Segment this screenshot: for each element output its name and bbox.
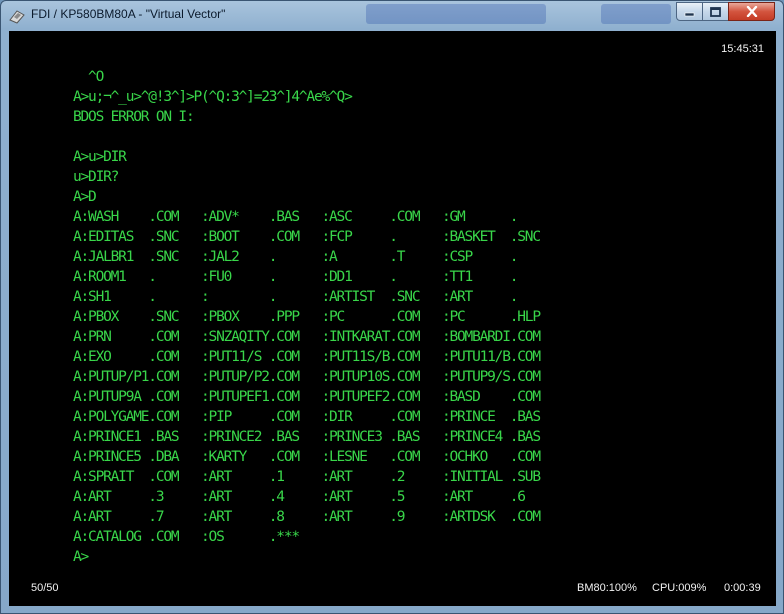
terminal-output: ^O A>u;¬^_u>^@!3^]>P(^Q:3^]=23^]4^Ae%^Q> B… [73, 67, 541, 567]
terminal-line: A:ART .7 :ART .8 :ART .9 :ARTDSK .COM [73, 509, 541, 525]
terminal-line: A:SPRAIT .COM :ART .1 :ART .2 :INITIAL .… [73, 469, 541, 485]
emulator-screen[interactable]: 15:45:31 ^O A>u;¬^_u>^@!3^]>P(^Q:3^]=23^]… [9, 31, 776, 606]
terminal-line: A:EDITAS .SNC :BOOT .COM :FCP . :BASKET … [73, 229, 541, 245]
terminal-line: ^O [73, 69, 104, 85]
terminal-line: A:ROOM1 . :FU0 . :DD1 . :TT1 . [73, 269, 518, 285]
cpu-indicator: CPU:009% [652, 582, 707, 594]
title-bar[interactable]: FDI / KP580BM80A - "Virtual Vector" [1, 1, 783, 31]
terminal-line: A:PRN .COM :SNZAQITY.COM :INTKARAT.COM :… [73, 329, 541, 345]
app-window: FDI / KP580BM80A - "Virtual Vector" 15:4… [0, 0, 784, 614]
terminal-line: A:JALBR1 .SNC :JAL2 . :A .T :CSP . [73, 249, 518, 265]
minimize-button[interactable] [676, 2, 703, 21]
clock-readout: 15:45:31 [721, 43, 764, 55]
terminal-line: A:PBOX .SNC :PBOX .PPP :PC .COM :PC .HLP [73, 309, 541, 325]
close-icon [746, 2, 758, 21]
terminal-line: A> [73, 549, 89, 565]
elapsed-time: 0:00:39 [724, 582, 761, 594]
window-title: FDI / KP580BM80A - "Virtual Vector" [31, 7, 226, 21]
terminal-line: u>DIR? [73, 169, 119, 185]
terminal-line: A:WASH .COM :ADV* .BAS :ASC .COM :GM . [73, 209, 518, 225]
terminal-line: A:POLYGAME.COM :PIP .COM :DIR .COM :PRIN… [73, 409, 541, 425]
maximize-button[interactable] [702, 2, 729, 21]
terminal-line: A>D [73, 189, 97, 205]
close-button[interactable] [728, 2, 775, 21]
terminal-line: BDOS ERROR ON I: [73, 109, 195, 125]
maximize-icon [710, 2, 721, 21]
terminal-line: A:PRINCE5 .DBA :KARTY .COM :LESNE .COM :… [73, 449, 541, 465]
terminal-line: A:CATALOG .COM :OS .*** [73, 529, 300, 545]
terminal-line: A:PRINCE1 .BAS :PRINCE2 .BAS :PRINCE3 .B… [73, 429, 541, 445]
terminal-line: A>u;¬^_u>^@!3^]>P(^Q:3^]=23^]4^Ae%^Q> [73, 89, 353, 105]
floppy-disk-icon[interactable] [9, 9, 25, 24]
terminal-line: A:PUTUP/P1.COM :PUTUP/P2.COM :PUTUP10S.C… [73, 369, 541, 385]
terminal-line: A>u>DIR [73, 149, 127, 165]
terminal-line: A:PUTUP9A .COM :PUTUPEF1.COM :PUTUPEF2.C… [73, 389, 541, 405]
minimize-icon [684, 2, 695, 21]
terminal-line: A:EXO .COM :PUT11/S .COM :PUT11S/B.COM :… [73, 349, 541, 365]
speed-indicator: BM80:100% [577, 582, 637, 594]
disk-counter: 50/50 [31, 582, 59, 594]
terminal-line: A:ART .3 :ART .4 :ART .5 :ART .6 [73, 489, 526, 505]
background-window-ghost [601, 4, 671, 24]
terminal-line: A:SH1 . : . :ARTIST .SNC :ART . [73, 289, 518, 305]
background-window-ghost [366, 4, 546, 24]
